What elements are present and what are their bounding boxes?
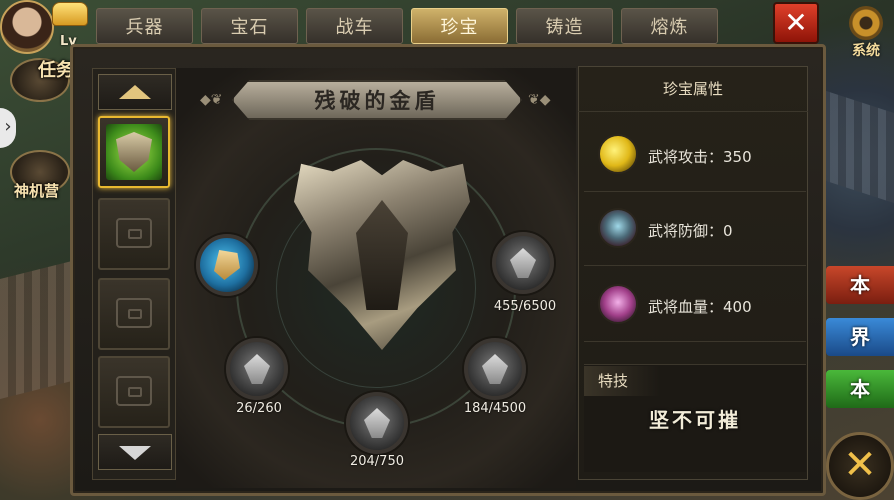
scroll-down-button[interactable] [98, 434, 172, 470]
treasure-slot-3[interactable] [98, 278, 170, 350]
chest-icon [116, 376, 152, 406]
battle-x-button[interactable]: ✕ [826, 432, 894, 500]
orb-shard[interactable] [492, 232, 554, 294]
banner-ornament-right: ❦◆ [528, 92, 551, 108]
scroll-up-button[interactable] [98, 74, 172, 110]
attr-hp-text: 武将血量：400 [648, 298, 752, 316]
orb-shard-progress: 455/6500 [493, 299, 557, 314]
silver-feather-icon [244, 354, 270, 384]
arrow-up-icon [119, 85, 151, 99]
orb-beast[interactable] [346, 392, 408, 454]
shield-icon [116, 132, 152, 172]
orb-blue-gem[interactable] [196, 234, 258, 296]
tab-weapons[interactable]: 兵器 [96, 8, 193, 44]
gear-icon [849, 6, 883, 40]
attr-attack-text: 武将攻击：350 [648, 148, 752, 166]
item-title-banner: 残破的金盾 [232, 80, 522, 120]
hp-icon [598, 284, 638, 324]
slot-highlight [106, 124, 162, 180]
attributes-header: 珍宝属性 [578, 66, 808, 112]
defense-icon [598, 208, 638, 248]
tab-forge[interactable]: 铸造 [516, 8, 613, 44]
shenjiying-label: 神机营 [14, 182, 60, 200]
attr-row-defense: 武将防御：0 [584, 194, 806, 266]
treasure-slot-2[interactable] [98, 198, 170, 270]
orb-crest[interactable] [464, 338, 526, 400]
silver-shard-icon [510, 248, 536, 278]
tab-gems[interactable]: 宝石 [201, 8, 298, 44]
orb-feather-progress: 26/260 [236, 401, 282, 416]
chest-icon [116, 218, 152, 248]
close-button[interactable]: ✕ [773, 2, 819, 44]
treasure-slot-4[interactable] [98, 356, 170, 428]
tab-chariot[interactable]: 战车 [306, 8, 403, 44]
attr-row-attack: 武将攻击：350 [584, 120, 806, 192]
treasure-slot-1[interactable] [98, 116, 170, 188]
tab-bar: 兵器 宝石 战车 珍宝 铸造 熔炼 [96, 8, 718, 46]
skill-name: 坚不可摧 [649, 408, 741, 432]
attr-defense-text: 武将防御：0 [648, 222, 733, 240]
tab-treasure[interactable]: 珍宝 [411, 8, 508, 44]
edge-button-1[interactable]: 本 [826, 266, 894, 304]
city-wall-left [0, 261, 72, 399]
chest-icon [116, 298, 152, 328]
gold-ingot-icon[interactable] [52, 2, 88, 26]
item-title: 残破的金盾 [314, 89, 440, 113]
arrow-down-icon [119, 446, 151, 460]
orb-feather[interactable] [226, 338, 288, 400]
task-label: 任务 [38, 60, 74, 81]
system-button[interactable]: 系统 [838, 6, 894, 62]
orb-crest-progress: 184/4500 [463, 401, 527, 416]
edge-button-3[interactable]: 本 [826, 370, 894, 408]
edge-button-2[interactable]: 界 [826, 318, 894, 356]
attr-row-hp: 武将血量：400 [584, 270, 806, 342]
attack-icon [598, 134, 638, 174]
player-avatar[interactable] [0, 0, 54, 54]
system-label: 系统 [852, 43, 880, 59]
tab-smelt[interactable]: 熔炼 [621, 8, 718, 44]
orb-beast-progress: 204/750 [349, 454, 404, 469]
banner-ornament-left: ◆❦ [200, 92, 223, 108]
skill-tag: 特技 [584, 366, 660, 396]
blue-gem-icon [214, 250, 240, 280]
silver-crest-icon [482, 354, 508, 384]
silver-beast-icon [364, 408, 390, 438]
